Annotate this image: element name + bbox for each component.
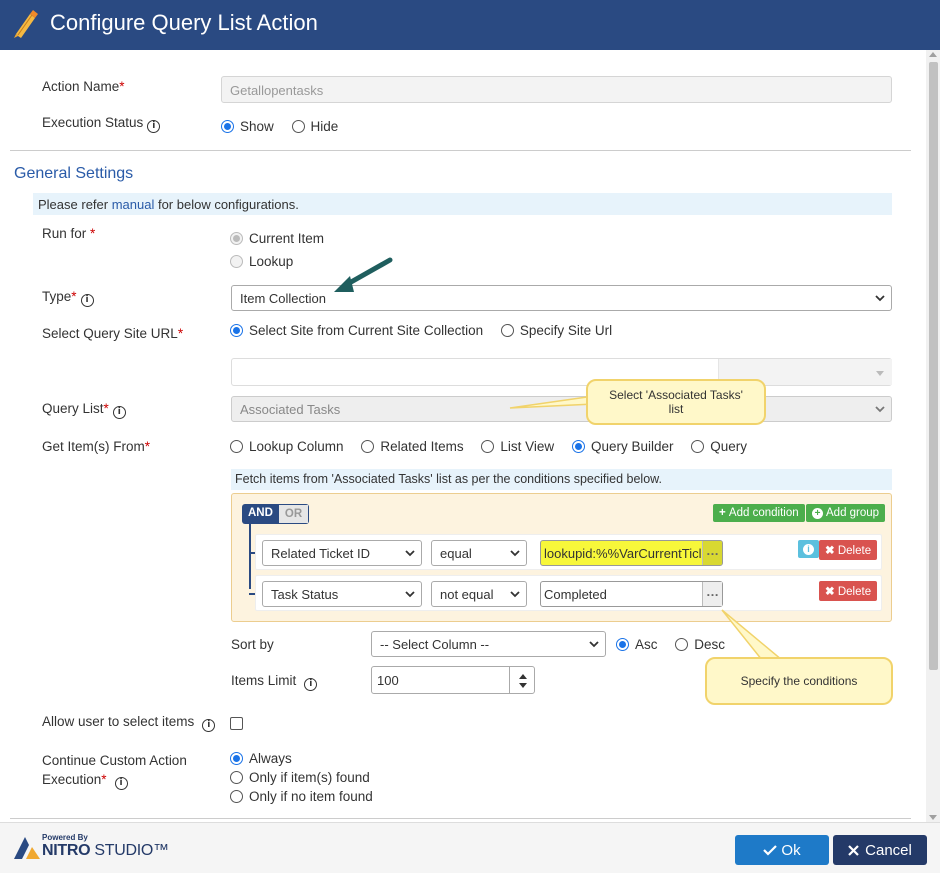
cancel-button[interactable]: Cancel [833, 835, 927, 865]
run-for-lookup-radio[interactable]: Lookup [230, 254, 307, 271]
execution-status-show-radio[interactable]: Show [221, 119, 274, 134]
vertical-scrollbar[interactable] [926, 50, 940, 822]
rule-operator-select[interactable]: equal [431, 540, 527, 566]
allow-select-checkbox[interactable] [230, 717, 243, 730]
items-limit-label: Items Limit i [231, 673, 318, 691]
chevron-down-icon [510, 550, 520, 557]
delete-rule-button[interactable]: ✖ Delete [819, 581, 878, 601]
action-name-label: Action Name* [42, 79, 125, 94]
dialog-header: Configure Query List Action [0, 0, 940, 50]
get-items-query-builder-radio[interactable]: Query Builder [571, 439, 673, 454]
dialog-body: Action Name* Getallopentasks Execution S… [0, 50, 926, 822]
info-icon[interactable]: i [304, 678, 318, 691]
and-button[interactable]: AND [242, 504, 279, 524]
continue-if-none-radio[interactable]: Only if no item found [230, 789, 387, 806]
site-url-select[interactable] [231, 358, 892, 386]
execution-status-radios: Show Hide [221, 119, 352, 136]
spinner-arrows-icon [519, 674, 527, 688]
more-icon[interactable]: … [702, 582, 722, 606]
info-button[interactable]: i [798, 540, 819, 558]
dialog-title: Configure Query List Action [50, 10, 318, 35]
get-items-related-items-radio[interactable]: Related Items [361, 439, 464, 454]
info-icon[interactable]: i [114, 777, 128, 790]
chevron-down-icon [405, 550, 415, 557]
continue-always-radio[interactable]: Always [230, 751, 306, 768]
site-url-label: Select Query Site URL* [42, 326, 184, 341]
callout-query-list: Select 'Associated Tasks' list [586, 379, 766, 425]
continue-exec-label: Continue Custom Action Execution* i [42, 753, 187, 790]
scroll-up-icon[interactable] [929, 52, 937, 57]
rule-field-select[interactable]: Task Status [262, 581, 422, 607]
site-specify-url-radio[interactable]: Specify Site Url [500, 323, 612, 338]
manual-note: Please refer manual for below configurat… [33, 193, 892, 215]
callout-pointer [509, 395, 595, 409]
scrollbar-thumb[interactable] [929, 62, 938, 670]
execution-status-hide-radio[interactable]: Hide [291, 119, 338, 134]
chevron-down-icon [875, 406, 885, 413]
close-icon: ✖ [825, 586, 838, 598]
close-icon: ✖ [825, 545, 838, 557]
scroll-down-icon[interactable] [929, 815, 937, 820]
pencil-icon [14, 10, 38, 38]
get-items-lookup-column-radio[interactable]: Lookup Column [230, 439, 344, 454]
rule-field-select[interactable]: Related Ticket ID [262, 540, 422, 566]
rule-value-input[interactable]: lookupid:%%VarCurrentTicl … [540, 540, 723, 566]
get-items-radios: Lookup Column Related Items List View Qu… [230, 439, 761, 456]
annotation-arrow-icon [334, 257, 393, 292]
plus-circle-icon: + [812, 508, 823, 519]
rule-operator-select[interactable]: not equal [431, 581, 527, 607]
get-items-label: Get Item(s) From* [42, 439, 151, 454]
dialog-footer: Powered By NITRO STUDIO™ Ok Cancel [0, 822, 940, 873]
manual-link[interactable]: manual [112, 197, 155, 212]
get-items-query-radio[interactable]: Query [691, 439, 747, 454]
chevron-down-icon [875, 295, 885, 302]
ok-button[interactable]: Ok [735, 835, 829, 865]
type-label: Type* i [42, 289, 94, 307]
continue-if-found-radio[interactable]: Only if item(s) found [230, 770, 384, 787]
nitro-logo-icon [14, 837, 40, 859]
close-icon [848, 844, 859, 856]
run-for-current-item-radio[interactable]: Current Item [230, 231, 338, 248]
chevron-down-icon [510, 591, 520, 598]
sort-column-select[interactable]: -- Select Column -- [371, 631, 606, 657]
query-builder: AND OR + Add condition + Add group Relate… [231, 493, 892, 622]
callout-conditions: Specify the conditions [705, 657, 893, 705]
site-current-collection-radio[interactable]: Select Site from Current Site Collection [230, 323, 483, 338]
divider [10, 150, 911, 151]
tree-line [249, 521, 251, 589]
run-for-label: Run for * [42, 226, 96, 241]
add-condition-button[interactable]: + Add condition [713, 504, 805, 522]
rule-row: Related Ticket ID equal lookupid:%%VarCu… [255, 534, 882, 570]
more-icon[interactable]: … [702, 541, 722, 565]
get-items-list-view-radio[interactable]: List View [481, 439, 554, 454]
delete-rule-button[interactable]: ✖ Delete [819, 540, 878, 560]
chevron-down-icon [876, 371, 884, 376]
items-limit-input[interactable]: 100 [371, 666, 535, 694]
section-title: General Settings [14, 165, 134, 182]
info-icon[interactable]: i [147, 120, 161, 133]
rule-value-input[interactable]: Completed … [540, 581, 723, 607]
info-circle-icon: i [803, 544, 814, 555]
action-name-input[interactable]: Getallopentasks [221, 76, 892, 103]
check-icon [763, 845, 778, 856]
number-spinner[interactable] [509, 667, 535, 693]
chevron-down-icon [589, 641, 599, 648]
add-group-button[interactable]: + Add group [806, 504, 886, 522]
sort-asc-radio[interactable]: Asc [616, 637, 658, 652]
chevron-down-icon [405, 591, 415, 598]
sort-by-label: Sort by [231, 637, 274, 652]
site-url-radios: Select Site from Current Site Collection… [230, 323, 626, 340]
plus-icon: + [719, 507, 729, 519]
query-list-label: Query List* i [42, 401, 126, 419]
info-icon[interactable]: i [202, 719, 216, 732]
info-icon[interactable]: i [80, 294, 94, 307]
execution-status-label: Execution Status i [42, 115, 161, 133]
or-button[interactable]: OR [278, 504, 310, 524]
allow-select-label: Allow user to select items i [42, 714, 216, 732]
divider [10, 818, 911, 819]
and-or-toggle: AND OR [242, 504, 310, 524]
fetch-note: Fetch items from 'Associated Tasks' list… [231, 469, 892, 490]
info-icon[interactable]: i [112, 406, 126, 419]
